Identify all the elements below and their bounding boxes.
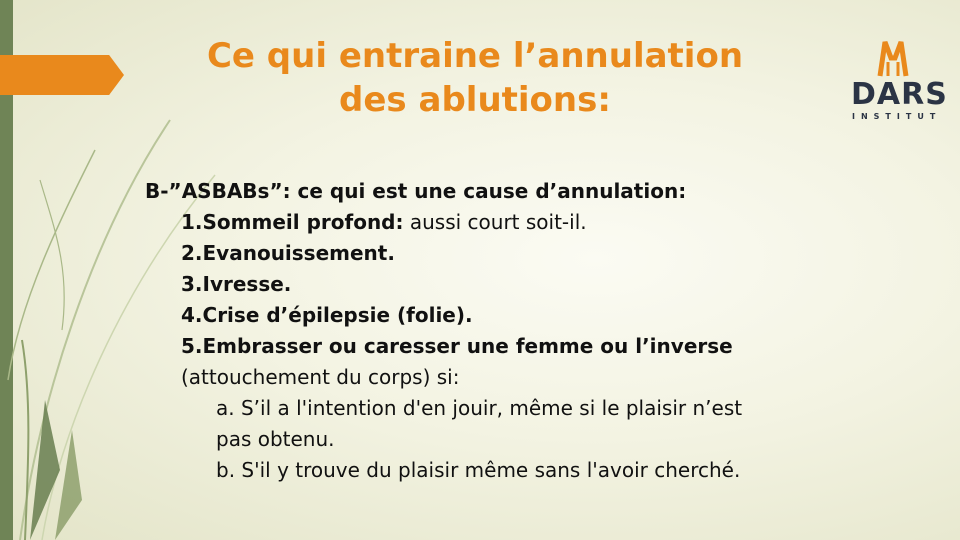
list-item: 5.Embrasser ou caresser une femme ou l’i… (145, 331, 925, 362)
item-5-continuation: (attouchement du corps) si: (181, 365, 460, 389)
title-line-2: des ablutions: (339, 80, 611, 120)
item-1-rest: aussi court soit-il. (403, 210, 587, 234)
list-item: 4.Crise d’épilepsie (folie). (145, 300, 925, 331)
sub-item-a-line-1: a. S’il a l'intention d'en jouir, même s… (216, 396, 743, 420)
slide-body: B-”ASBABs”: ce qui est une cause d’annul… (145, 176, 925, 486)
slide-title: Ce qui entraine l’annulation des ablutio… (175, 34, 775, 122)
item-3-bold: 3.Ivresse. (181, 272, 292, 296)
item-1-bold: 1.Sommeil profond: (181, 210, 404, 234)
list-item: 3.Ivresse. (145, 269, 925, 300)
item-2-bold: 2.Evanouissement. (181, 241, 395, 265)
title-arrow-tab (0, 55, 124, 95)
logo-wordmark: DARS (851, 77, 948, 112)
sub-item-a-line-2: pas obtenu. (216, 427, 335, 451)
sub-item-b: b. S'il y trouve du plaisir même sans l'… (216, 458, 741, 482)
list-item: 2.Evanouissement. (145, 238, 925, 269)
title-line-1: Ce qui entraine l’annulation (206, 36, 744, 76)
list-item: 1.Sommeil profond: aussi court soit-il. (145, 207, 925, 238)
item-5-bold: 5.Embrasser ou caresser une femme ou l’i… (181, 334, 733, 358)
logo-subtitle: INSTITUT (852, 112, 942, 121)
item-4-bold: 4.Crise d’épilepsie (folie). (181, 303, 473, 327)
section-heading: B-”ASBABs”: ce qui est une cause d’annul… (145, 179, 687, 203)
